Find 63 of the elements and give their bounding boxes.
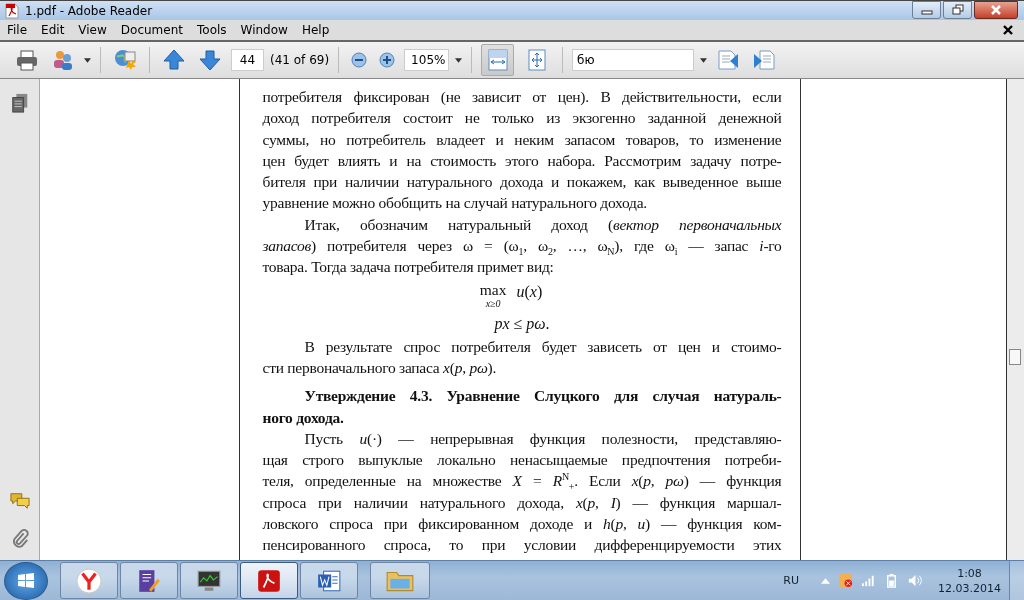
fit-width-icon — [485, 48, 510, 72]
browser-app-button[interactable] — [60, 562, 118, 599]
pdf-app-button[interactable] — [240, 562, 298, 599]
network-error-icon[interactable] — [838, 573, 853, 588]
menu-item[interactable]: File — [1, 23, 35, 37]
zoom-out-icon[interactable] — [351, 52, 368, 68]
zoom-in-icon[interactable] — [379, 52, 396, 68]
page-number-field[interactable]: 44 — [231, 49, 264, 71]
caret-icon[interactable] — [84, 57, 91, 63]
date-text: 12.03.2014 — [938, 580, 1001, 596]
restore-icon — [951, 4, 964, 16]
previous-result-icon[interactable] — [716, 48, 741, 72]
window-title: 1.pdf - Adobe Reader — [25, 3, 153, 18]
y-letter-icon — [76, 567, 102, 594]
scrollbar-thumb[interactable] — [1009, 349, 1021, 365]
arrow-up-icon[interactable] — [162, 48, 186, 72]
constraint-expression: px ≤ pω. — [494, 313, 550, 334]
arrow-down-icon[interactable] — [198, 48, 222, 72]
editor-app-button[interactable] — [120, 562, 178, 599]
caret-icon[interactable] — [455, 57, 463, 63]
print-icon[interactable] — [15, 48, 39, 72]
menu-item[interactable]: Tools — [190, 23, 234, 37]
windows-logo-icon — [16, 570, 36, 591]
zoom-field[interactable]: 105% — [404, 49, 450, 71]
paragraph: Пусть u(·) — непрерывная функция полезности, представляю- щая строго выпуклые локально ненасыщаемые предпочтения потреби- теля, определенные на множестве X = R$^{N}$$_{+}$. Если x(p, pω) — функция спроса при наличии натурального дохода, x(p, I) — функция маршал- ловского спроса при фиксированном доходе и h(p, u) — функция ком- пенсированного спроса, то при условии дифференцируемости этих — [262, 428, 782, 556]
objective-expression: u(x) — [516, 281, 543, 302]
search-field[interactable]: бю — [572, 49, 695, 71]
menu-item[interactable]: Window — [233, 23, 295, 37]
page-count: (41 of 69) — [270, 53, 330, 67]
pages-icon[interactable] — [9, 93, 30, 113]
monitor-app-button[interactable] — [180, 562, 238, 599]
vertical-scrollbar[interactable] — [1007, 79, 1024, 560]
paragraph: В результате спрос потребителя будет зависеть от цен и стоимо- сти первоначального запаса x(p, pω). — [262, 336, 782, 378]
time-text: 1:08 — [957, 565, 982, 581]
globe-icon[interactable] — [113, 48, 137, 72]
language-indicator[interactable]: RU — [783, 574, 799, 587]
theorem-heading: Утверждение 4.3. Уравнение Слуцкого для случая натураль- ного дохода. — [262, 386, 782, 428]
close-icon[interactable] — [1003, 25, 1013, 35]
close-icon — [989, 4, 1003, 16]
close-button[interactable] — [974, 1, 1018, 19]
comments-icon[interactable] — [9, 491, 30, 511]
start-button[interactable] — [4, 561, 48, 600]
document-pen-icon — [136, 567, 162, 594]
minimize-button[interactable] — [912, 1, 941, 19]
paragraph: Итак, обозначим натуральный доход (вектор первоначальных запасов) потребителя через ω = (ω$_{1}$, ω$_{2}$, …, ω$_{N}$), где ω$_{i}$ — запас i-го товара. Тогда задача потребителя примет вид: — [262, 214, 782, 278]
fit-width-button[interactable] — [481, 44, 515, 76]
folder-app-button[interactable] — [370, 562, 430, 599]
menu-item[interactable]: View — [71, 23, 114, 37]
clock[interactable]: 1:08 12.03.2014 — [938, 565, 1001, 596]
restore-button[interactable] — [943, 1, 972, 19]
next-result-icon[interactable] — [752, 48, 777, 72]
pdf-logo-icon — [256, 567, 282, 594]
paragraph: потребителя фиксирован (не зависит от цен). В действительности, если доход потребителя состоит не только из экзогенно заданной денежной суммы, но потребитель владеет и неким запасом товаров, то изменение цен будет влиять и на стоимость этого набора. Рассмотрим задачу потре- бителя при наличии натурального дохода и покажем, как выведенное выше уравнение можно обобщить на случай натурального дохода. — [262, 87, 782, 214]
word-app-button[interactable] — [300, 562, 358, 599]
menu-item[interactable]: Help — [294, 23, 337, 37]
people-icon[interactable] — [51, 48, 75, 72]
operator-subscript: x≥0 — [485, 297, 501, 310]
menu-item[interactable]: Document — [113, 23, 190, 37]
menu-item[interactable]: Edit — [34, 23, 72, 37]
math-operator: max — [479, 280, 507, 298]
show-desktop-button[interactable] — [1009, 561, 1024, 600]
pdf-file-icon — [4, 2, 20, 19]
caret-icon[interactable] — [700, 57, 708, 63]
